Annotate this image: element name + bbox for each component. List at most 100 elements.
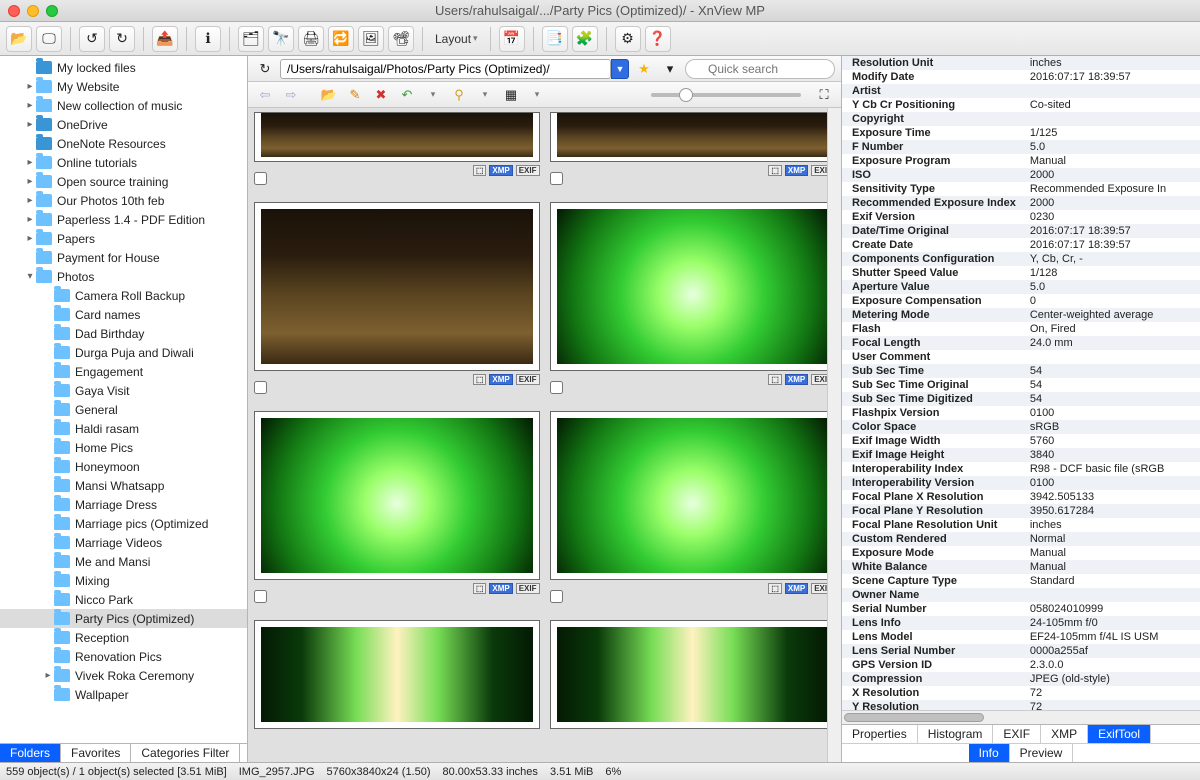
browse-button[interactable]: 🗂 [238,26,264,52]
tree-item[interactable]: Engagement [0,362,247,381]
left-tab-favorites[interactable]: Favorites [61,744,131,762]
thumbnail-checkbox[interactable] [550,172,563,185]
metadata-tab-exif[interactable]: EXIF [993,725,1041,743]
tree-item[interactable]: Renovation Pics [0,647,247,666]
up-folder-button[interactable]: 📤 [152,26,178,52]
fullscreen-button[interactable]: 🖵 [36,26,62,52]
disclosure-icon[interactable]: ▸ [24,100,36,111]
help-button[interactable]: ❓ [645,26,671,52]
left-tab-folders[interactable]: Folders [0,744,61,762]
tree-item[interactable]: ▸Vivek Roka Ceremony [0,666,247,685]
thumbnail-cell[interactable]: ⬚XMPEXIF [550,186,836,385]
grid-view-button[interactable]: ▦ [500,85,522,105]
thumbnail-cell[interactable] [550,604,836,729]
scrollbar-thumb[interactable] [844,713,984,722]
disclosure-icon[interactable]: ▸ [24,176,36,187]
disclosure-icon[interactable]: ▸ [42,670,54,681]
tree-item[interactable]: Gaya Visit [0,381,247,400]
thumbnail-cell[interactable]: ⬚XMPEXIF [254,186,540,385]
sort-button[interactable]: 📑 [542,26,568,52]
panels-button[interactable]: 🧩 [572,26,598,52]
thumbnail-checkbox[interactable] [254,381,267,394]
tree-item[interactable]: Honeymoon [0,457,247,476]
tree-item[interactable]: Haldi rasam [0,419,247,438]
slideshow-button[interactable]: 📽 [388,26,414,52]
info-button[interactable]: ℹ [195,26,221,52]
tree-item[interactable]: Card names [0,305,247,324]
tree-item[interactable]: ▸Our Photos 10th feb [0,191,247,210]
redo-button[interactable]: ↻ [109,26,135,52]
filter-button[interactable]: ⚲ [448,85,470,105]
tree-item[interactable]: ▾Photos [0,267,247,286]
grid-dropdown-icon[interactable]: ▾ [526,85,548,105]
print-button[interactable]: 🖨 [298,26,324,52]
thumbnail-cell[interactable]: ⬚XMPEXIF [254,395,540,594]
metadata-tab-histogram[interactable]: Histogram [918,725,994,743]
undo-button[interactable]: ↺ [79,26,105,52]
tree-item[interactable]: My locked files [0,58,247,77]
tree-item[interactable]: Payment for House [0,248,247,267]
thumbnail-cell[interactable]: ⬚XMPEXIF [550,112,836,176]
path-input[interactable] [280,59,611,79]
rotate-dropdown-icon[interactable]: ▾ [422,85,444,105]
filter-dropdown-icon[interactable]: ▾ [474,85,496,105]
tree-item[interactable]: Mansi Whatsapp [0,476,247,495]
batch-button[interactable]: 🖼 [358,26,384,52]
disclosure-icon[interactable]: ▸ [24,157,36,168]
quick-search-input[interactable] [685,59,835,79]
settings-button[interactable]: ⚙ [615,26,641,52]
tree-item[interactable]: ▸Paperless 1.4 - PDF Edition [0,210,247,229]
disclosure-icon[interactable]: ▾ [24,271,36,282]
convert-button[interactable]: 🔁 [328,26,354,52]
metadata-tab-xmp[interactable]: XMP [1041,725,1088,743]
thumbnail-cell[interactable]: ⬚XMPEXIF [254,112,540,176]
exif-scroll-area[interactable]: Resolution UnitinchesModify Date2016:07:… [842,56,1200,710]
disclosure-icon[interactable]: ▸ [24,233,36,244]
back-button[interactable]: ⇦ [254,85,276,105]
tree-item[interactable]: General [0,400,247,419]
tree-item[interactable]: Nicco Park [0,590,247,609]
open-folder-button[interactable]: 📂 [318,85,340,105]
tree-item[interactable]: ▸Online tutorials [0,153,247,172]
tree-item[interactable]: Wallpaper [0,685,247,704]
tree-item[interactable]: OneNote Resources [0,134,247,153]
tree-item[interactable]: Reception [0,628,247,647]
layout-menu[interactable]: Layout [431,32,482,46]
find-button[interactable]: 🔭 [268,26,294,52]
panel-tab-info[interactable]: Info [969,744,1010,762]
open-button[interactable]: 📂 [6,26,32,52]
tree-item[interactable]: Party Pics (Optimized) [0,609,247,628]
rotate-button[interactable]: ↶ [396,85,418,105]
folder-tree[interactable]: My locked files▸My Website▸New collectio… [0,56,247,743]
thumbnails-area[interactable]: ⬚XMPEXIF⬚XMPEXIF⬚XMPEXIF⬚XMPEXIF⬚XMPEXIF… [248,108,841,762]
tree-item[interactable]: Me and Mansi [0,552,247,571]
thumbnail-checkbox[interactable] [254,172,267,185]
edit-button[interactable]: ✎ [344,85,366,105]
horizontal-scrollbar[interactable] [842,710,1200,724]
disclosure-icon[interactable]: ▸ [24,195,36,206]
tree-item[interactable]: Marriage pics (Optimized [0,514,247,533]
expand-button[interactable]: ⛶ [813,85,835,105]
disclosure-icon[interactable]: ▸ [24,214,36,225]
tree-item[interactable]: ▸My Website [0,77,247,96]
tree-item[interactable]: Marriage Dress [0,495,247,514]
tree-item[interactable]: Marriage Videos [0,533,247,552]
fav-dropdown-icon[interactable]: ▾ [659,59,681,79]
tree-item[interactable]: ▸OneDrive [0,115,247,134]
thumbnail-cell[interactable]: ⬚XMPEXIF [550,395,836,594]
tree-item[interactable]: Durga Puja and Diwali [0,343,247,362]
reload-button[interactable]: ↻ [254,59,276,79]
tree-item[interactable]: Dad Birthday [0,324,247,343]
thumbnail-checkbox[interactable] [550,590,563,603]
thumbnail-checkbox[interactable] [550,381,563,394]
metadata-tab-exiftool[interactable]: ExifTool [1088,725,1151,743]
view-button[interactable]: 📅 [499,26,525,52]
favorite-star-icon[interactable]: ★ [633,59,655,79]
tree-item[interactable]: Mixing [0,571,247,590]
metadata-tab-properties[interactable]: Properties [842,725,918,743]
slider-thumb[interactable] [679,88,693,102]
vertical-scrollbar[interactable] [827,108,841,762]
tree-item[interactable]: ▸Open source training [0,172,247,191]
thumbnail-cell[interactable] [254,604,540,729]
disclosure-icon[interactable]: ▸ [24,119,36,130]
